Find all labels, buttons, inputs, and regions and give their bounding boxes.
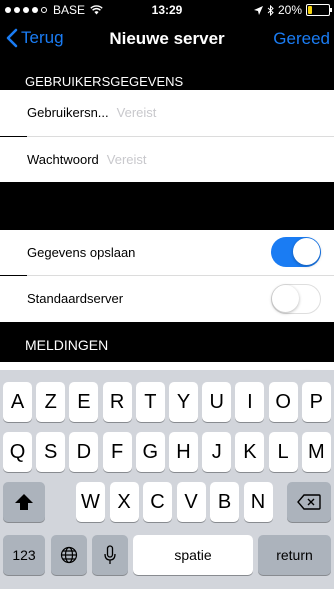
done-button[interactable]: Gereed: [273, 29, 330, 49]
key-j[interactable]: J: [202, 432, 232, 472]
battery-icon: [306, 4, 332, 16]
username-row[interactable]: Gebruikersn... Vereist: [0, 90, 334, 136]
key-c[interactable]: C: [143, 482, 172, 522]
backspace-icon: [297, 494, 321, 510]
save-data-label: Gegevens opslaan: [27, 245, 136, 260]
battery-level: [308, 6, 312, 14]
key-x[interactable]: X: [109, 482, 139, 522]
toggle-knob: [272, 285, 299, 312]
key-u[interactable]: U: [202, 382, 232, 422]
key-n[interactable]: N: [243, 482, 273, 522]
key-a[interactable]: A: [3, 382, 32, 422]
key-r[interactable]: R: [102, 382, 132, 422]
key-w[interactable]: W: [76, 482, 105, 522]
microphone-key[interactable]: [92, 535, 128, 575]
key-v[interactable]: V: [176, 482, 206, 522]
location-arrow-icon: [253, 5, 263, 15]
key-t[interactable]: T: [135, 382, 165, 422]
shift-key[interactable]: [3, 482, 45, 522]
save-data-row: Gegevens opslaan: [0, 230, 334, 275]
battery-percentage: 20%: [277, 3, 302, 17]
key-d[interactable]: D: [69, 432, 99, 472]
username-label: Gebruikersn...: [27, 105, 109, 120]
default-server-row: Standaardserver: [0, 276, 334, 322]
key-z[interactable]: Z: [36, 382, 66, 422]
navigation-bar: Terug Nieuwe server Gereed: [0, 20, 334, 64]
password-input[interactable]: Vereist: [107, 152, 147, 167]
key-q[interactable]: Q: [3, 432, 32, 472]
key-l[interactable]: L: [268, 432, 298, 472]
toggle-knob: [293, 238, 320, 265]
key-m[interactable]: M: [301, 432, 331, 472]
battery-tip: [330, 8, 332, 12]
globe-icon: [60, 546, 78, 564]
globe-key[interactable]: [51, 535, 87, 575]
keyboard: AZERTYUIOP QSDFGHJKLM WXCVBN 123 spatie …: [0, 370, 334, 589]
key-e[interactable]: E: [69, 382, 99, 422]
notifications-row: [0, 362, 334, 370]
password-label: Wachtwoord: [27, 152, 99, 167]
backspace-key[interactable]: [287, 482, 331, 522]
numbers-key[interactable]: 123: [3, 535, 45, 575]
credentials-section-header: GEBRUIKERSGEGEVENS: [25, 74, 184, 89]
key-i[interactable]: I: [235, 382, 265, 422]
key-h[interactable]: H: [169, 432, 198, 472]
return-key[interactable]: return: [258, 535, 331, 575]
key-s[interactable]: S: [36, 432, 66, 472]
key-p[interactable]: P: [301, 382, 331, 422]
status-bar: BASE 13:29 20%: [0, 0, 334, 20]
username-input[interactable]: Vereist: [117, 105, 157, 120]
bluetooth-icon: [267, 4, 274, 16]
microphone-icon: [104, 545, 116, 564]
default-server-toggle[interactable]: [271, 284, 321, 314]
key-g[interactable]: G: [135, 432, 165, 472]
key-o[interactable]: O: [268, 382, 298, 422]
key-y[interactable]: Y: [169, 382, 198, 422]
key-k[interactable]: K: [235, 432, 265, 472]
space-key[interactable]: spatie: [133, 535, 253, 575]
key-b[interactable]: B: [210, 482, 239, 522]
password-row[interactable]: Wachtwoord Vereist: [0, 137, 334, 182]
default-server-label: Standaardserver: [27, 291, 124, 306]
key-f[interactable]: F: [102, 432, 132, 472]
save-data-toggle[interactable]: [271, 237, 321, 267]
shift-arrow-icon: [15, 494, 33, 510]
